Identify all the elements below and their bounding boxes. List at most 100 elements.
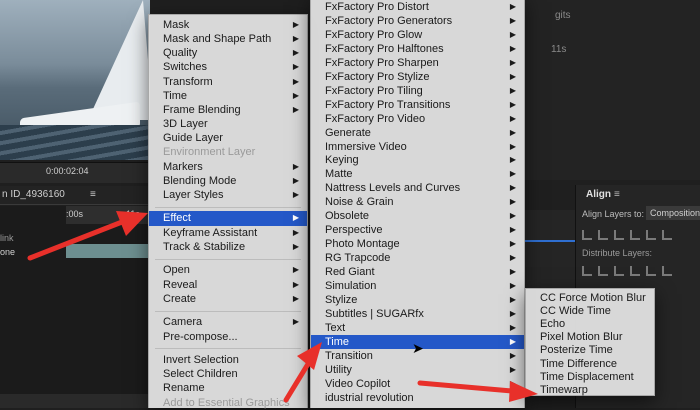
menu-item-fxfactory-pro-sharpen[interactable]: FxFactory Pro Sharpen ▶ bbox=[311, 56, 524, 70]
menu-item-fxfactory-pro-generators[interactable]: FxFactory Pro Generators ▶ bbox=[311, 14, 524, 28]
menu-item-create[interactable]: Create ▶ bbox=[149, 292, 307, 306]
align-panel-title: Align bbox=[586, 189, 611, 200]
menu-lines-icon[interactable]: ≡ bbox=[90, 189, 96, 200]
ruler-start: :00s bbox=[66, 209, 84, 219]
align-buttons-row[interactable] bbox=[582, 227, 697, 240]
menu-item-camera[interactable]: Camera ▶ bbox=[149, 315, 307, 329]
menu-item-timewarp[interactable]: Timewarp bbox=[526, 383, 654, 397]
menu-item-rename[interactable]: Rename bbox=[149, 381, 307, 395]
align-to-select[interactable]: Composition bbox=[646, 206, 700, 220]
distribute-buttons-row[interactable] bbox=[582, 263, 697, 276]
chevron-right-icon: ▶ bbox=[292, 279, 299, 289]
menu-item-effect[interactable]: Effect ▶ bbox=[149, 211, 307, 226]
menu-item-label: FxFactory Pro Halftones bbox=[325, 42, 444, 55]
layer-context-menu: Mask ▶ Mask and Shape Path ▶ Quality ▶ Switche… bbox=[148, 14, 308, 409]
menu-item-quality[interactable]: Quality ▶ bbox=[149, 46, 307, 60]
menu-item-posterize-time[interactable]: Posterize Time bbox=[526, 343, 654, 357]
chevron-right-icon: ▶ bbox=[509, 43, 516, 53]
sail-image bbox=[88, 0, 150, 120]
chevron-right-icon: ▶ bbox=[509, 113, 516, 123]
menu-item-perspective[interactable]: Perspective ▶ bbox=[311, 223, 524, 237]
menu-item-matte[interactable]: Matte ▶ bbox=[311, 167, 524, 181]
menu-item-time-difference[interactable]: Time Difference bbox=[526, 357, 654, 371]
menu-item-red-giant[interactable]: Red Giant ▶ bbox=[311, 265, 524, 279]
menu-item-invert-selection[interactable]: Invert Selection bbox=[149, 353, 307, 367]
chevron-right-icon: ▶ bbox=[292, 241, 299, 251]
menu-item-reveal[interactable]: Reveal ▶ bbox=[149, 278, 307, 292]
menu-item-select-children[interactable]: Select Children bbox=[149, 367, 307, 381]
menu-item-label: Echo bbox=[540, 318, 566, 331]
menu-item-stylize[interactable]: Stylize ▶ bbox=[311, 293, 524, 307]
menu-item-nattress-levels-and-curves[interactable]: Nattress Levels and Curves ▶ bbox=[311, 181, 524, 195]
chevron-right-icon: ▶ bbox=[292, 48, 299, 58]
panel-menu-icon[interactable]: ≡ bbox=[614, 189, 620, 200]
menu-item-photo-montage[interactable]: Photo Montage ▶ bbox=[311, 237, 524, 251]
menu-item-layer-styles[interactable]: Layer Styles ▶ bbox=[149, 188, 307, 202]
menu-item-time-displacement[interactable]: Time Displacement bbox=[526, 370, 654, 384]
chevron-right-icon: ▶ bbox=[292, 317, 299, 327]
menu-item-label: Video Copilot bbox=[325, 377, 391, 390]
timecode-display[interactable]: 0:00:02:04 bbox=[46, 166, 89, 176]
menu-item-simulation[interactable]: Simulation ▶ bbox=[311, 279, 524, 293]
menu-item-frame-blending[interactable]: Frame Blending ▶ bbox=[149, 103, 307, 117]
menu-item-rg-trapcode[interactable]: RG Trapcode ▶ bbox=[311, 251, 524, 265]
layer-duration-bar[interactable] bbox=[66, 244, 150, 258]
menu-item-label: Keying bbox=[325, 154, 359, 167]
menu-item-label: FxFactory Pro Transitions bbox=[325, 98, 451, 111]
menu-item-immersive-video[interactable]: Immersive Video ▶ bbox=[311, 140, 524, 154]
menu-item-generate[interactable]: Generate ▶ bbox=[311, 126, 524, 140]
menu-item-cc-force-motion-blur[interactable]: CC Force Motion Blur bbox=[526, 291, 654, 305]
menu-item-label: Pre-compose... bbox=[163, 330, 238, 343]
menu-item-fxfactory-pro-halftones[interactable]: FxFactory Pro Halftones ▶ bbox=[311, 42, 524, 56]
menu-item-idustrial-revolution[interactable]: idustrial revolution ▶ bbox=[311, 391, 524, 405]
chevron-right-icon: ▶ bbox=[292, 104, 299, 114]
menu-item-label: Perspective bbox=[325, 224, 383, 237]
menu-item-label: Create bbox=[163, 292, 197, 305]
menu-item-label: Pixel Motion Blur bbox=[540, 331, 623, 344]
menu-item-fxfactory-pro-transitions[interactable]: FxFactory Pro Transitions ▶ bbox=[311, 98, 524, 112]
menu-item-cc-wide-time[interactable]: CC Wide Time bbox=[526, 304, 654, 318]
menu-item-switches[interactable]: Switches ▶ bbox=[149, 60, 307, 74]
menu-item-video-copilot[interactable]: Video Copilot ▶ bbox=[311, 377, 524, 391]
layer-name[interactable]: one bbox=[0, 247, 15, 257]
menu-item-utility[interactable]: Utility ▶ bbox=[311, 363, 524, 377]
menu-item-text[interactable]: Text ▶ bbox=[311, 321, 524, 335]
menu-item-blending-mode[interactable]: Blending Mode ▶ bbox=[149, 174, 307, 188]
ruler-end: 11s bbox=[126, 209, 140, 219]
sea-image bbox=[0, 125, 150, 160]
menu-item-fxfactory-pro-tiling[interactable]: FxFactory Pro Tiling ▶ bbox=[311, 84, 524, 98]
menu-item-echo[interactable]: Echo bbox=[526, 317, 654, 331]
menu-item-fxfactory-pro-distort[interactable]: FxFactory Pro Distort ▶ bbox=[311, 0, 524, 14]
menu-item-pre-compose[interactable]: Pre-compose... bbox=[149, 330, 307, 344]
menu-item-label: Keyframe Assistant bbox=[163, 226, 258, 239]
menu-item-label: Red Giant bbox=[325, 266, 375, 279]
menu-item-fxfactory-pro-glow[interactable]: FxFactory Pro Glow ▶ bbox=[311, 28, 524, 42]
chevron-right-icon: ▶ bbox=[509, 211, 516, 221]
menu-item-label: Timewarp bbox=[540, 383, 588, 396]
menu-item-keying[interactable]: Keying ▶ bbox=[311, 153, 524, 167]
playhead-range bbox=[525, 240, 575, 242]
menu-item-time[interactable]: Time ▶ bbox=[149, 89, 307, 103]
menu-item-markers[interactable]: Markers ▶ bbox=[149, 160, 307, 174]
mouse-pointer-icon: ➤ bbox=[412, 340, 424, 356]
menu-item-transform[interactable]: Transform ▶ bbox=[149, 75, 307, 89]
menu-item-label: Guide Layer bbox=[163, 132, 223, 145]
composition-tab[interactable]: n ID_4936160 ≡ bbox=[0, 186, 150, 205]
menu-item-noise-grain[interactable]: Noise & Grain ▶ bbox=[311, 195, 524, 209]
timeline-zoom-bar[interactable] bbox=[0, 394, 150, 408]
align-to-label: Align Layers to: bbox=[582, 209, 645, 219]
menu-item-mask-and-shape-path[interactable]: Mask and Shape Path ▶ bbox=[149, 32, 307, 46]
menu-item-subtitles-sugarfx[interactable]: Subtitles | SUGARfx ▶ bbox=[311, 307, 524, 321]
menu-item-open[interactable]: Open ▶ bbox=[149, 263, 307, 277]
menu-item-obsolete[interactable]: Obsolete ▶ bbox=[311, 209, 524, 223]
menu-item-fxfactory-pro-stylize[interactable]: FxFactory Pro Stylize ▶ bbox=[311, 70, 524, 84]
menu-item-pixel-motion-blur[interactable]: Pixel Motion Blur bbox=[526, 330, 654, 344]
menu-item-guide-layer[interactable]: Guide Layer bbox=[149, 131, 307, 145]
menu-item-keyframe-assistant[interactable]: Keyframe Assistant ▶ bbox=[149, 226, 307, 240]
menu-item-mask[interactable]: Mask ▶ bbox=[149, 18, 307, 32]
menu-item-track-stabilize[interactable]: Track & Stabilize ▶ bbox=[149, 240, 307, 254]
timeline-ruler[interactable]: :00s 11s bbox=[66, 206, 150, 224]
menu-item-label: Add to Essential Graphics bbox=[163, 396, 290, 409]
menu-item-fxfactory-pro-video[interactable]: FxFactory Pro Video ▶ bbox=[311, 112, 524, 126]
menu-item-3d-layer[interactable]: 3D Layer bbox=[149, 117, 307, 131]
